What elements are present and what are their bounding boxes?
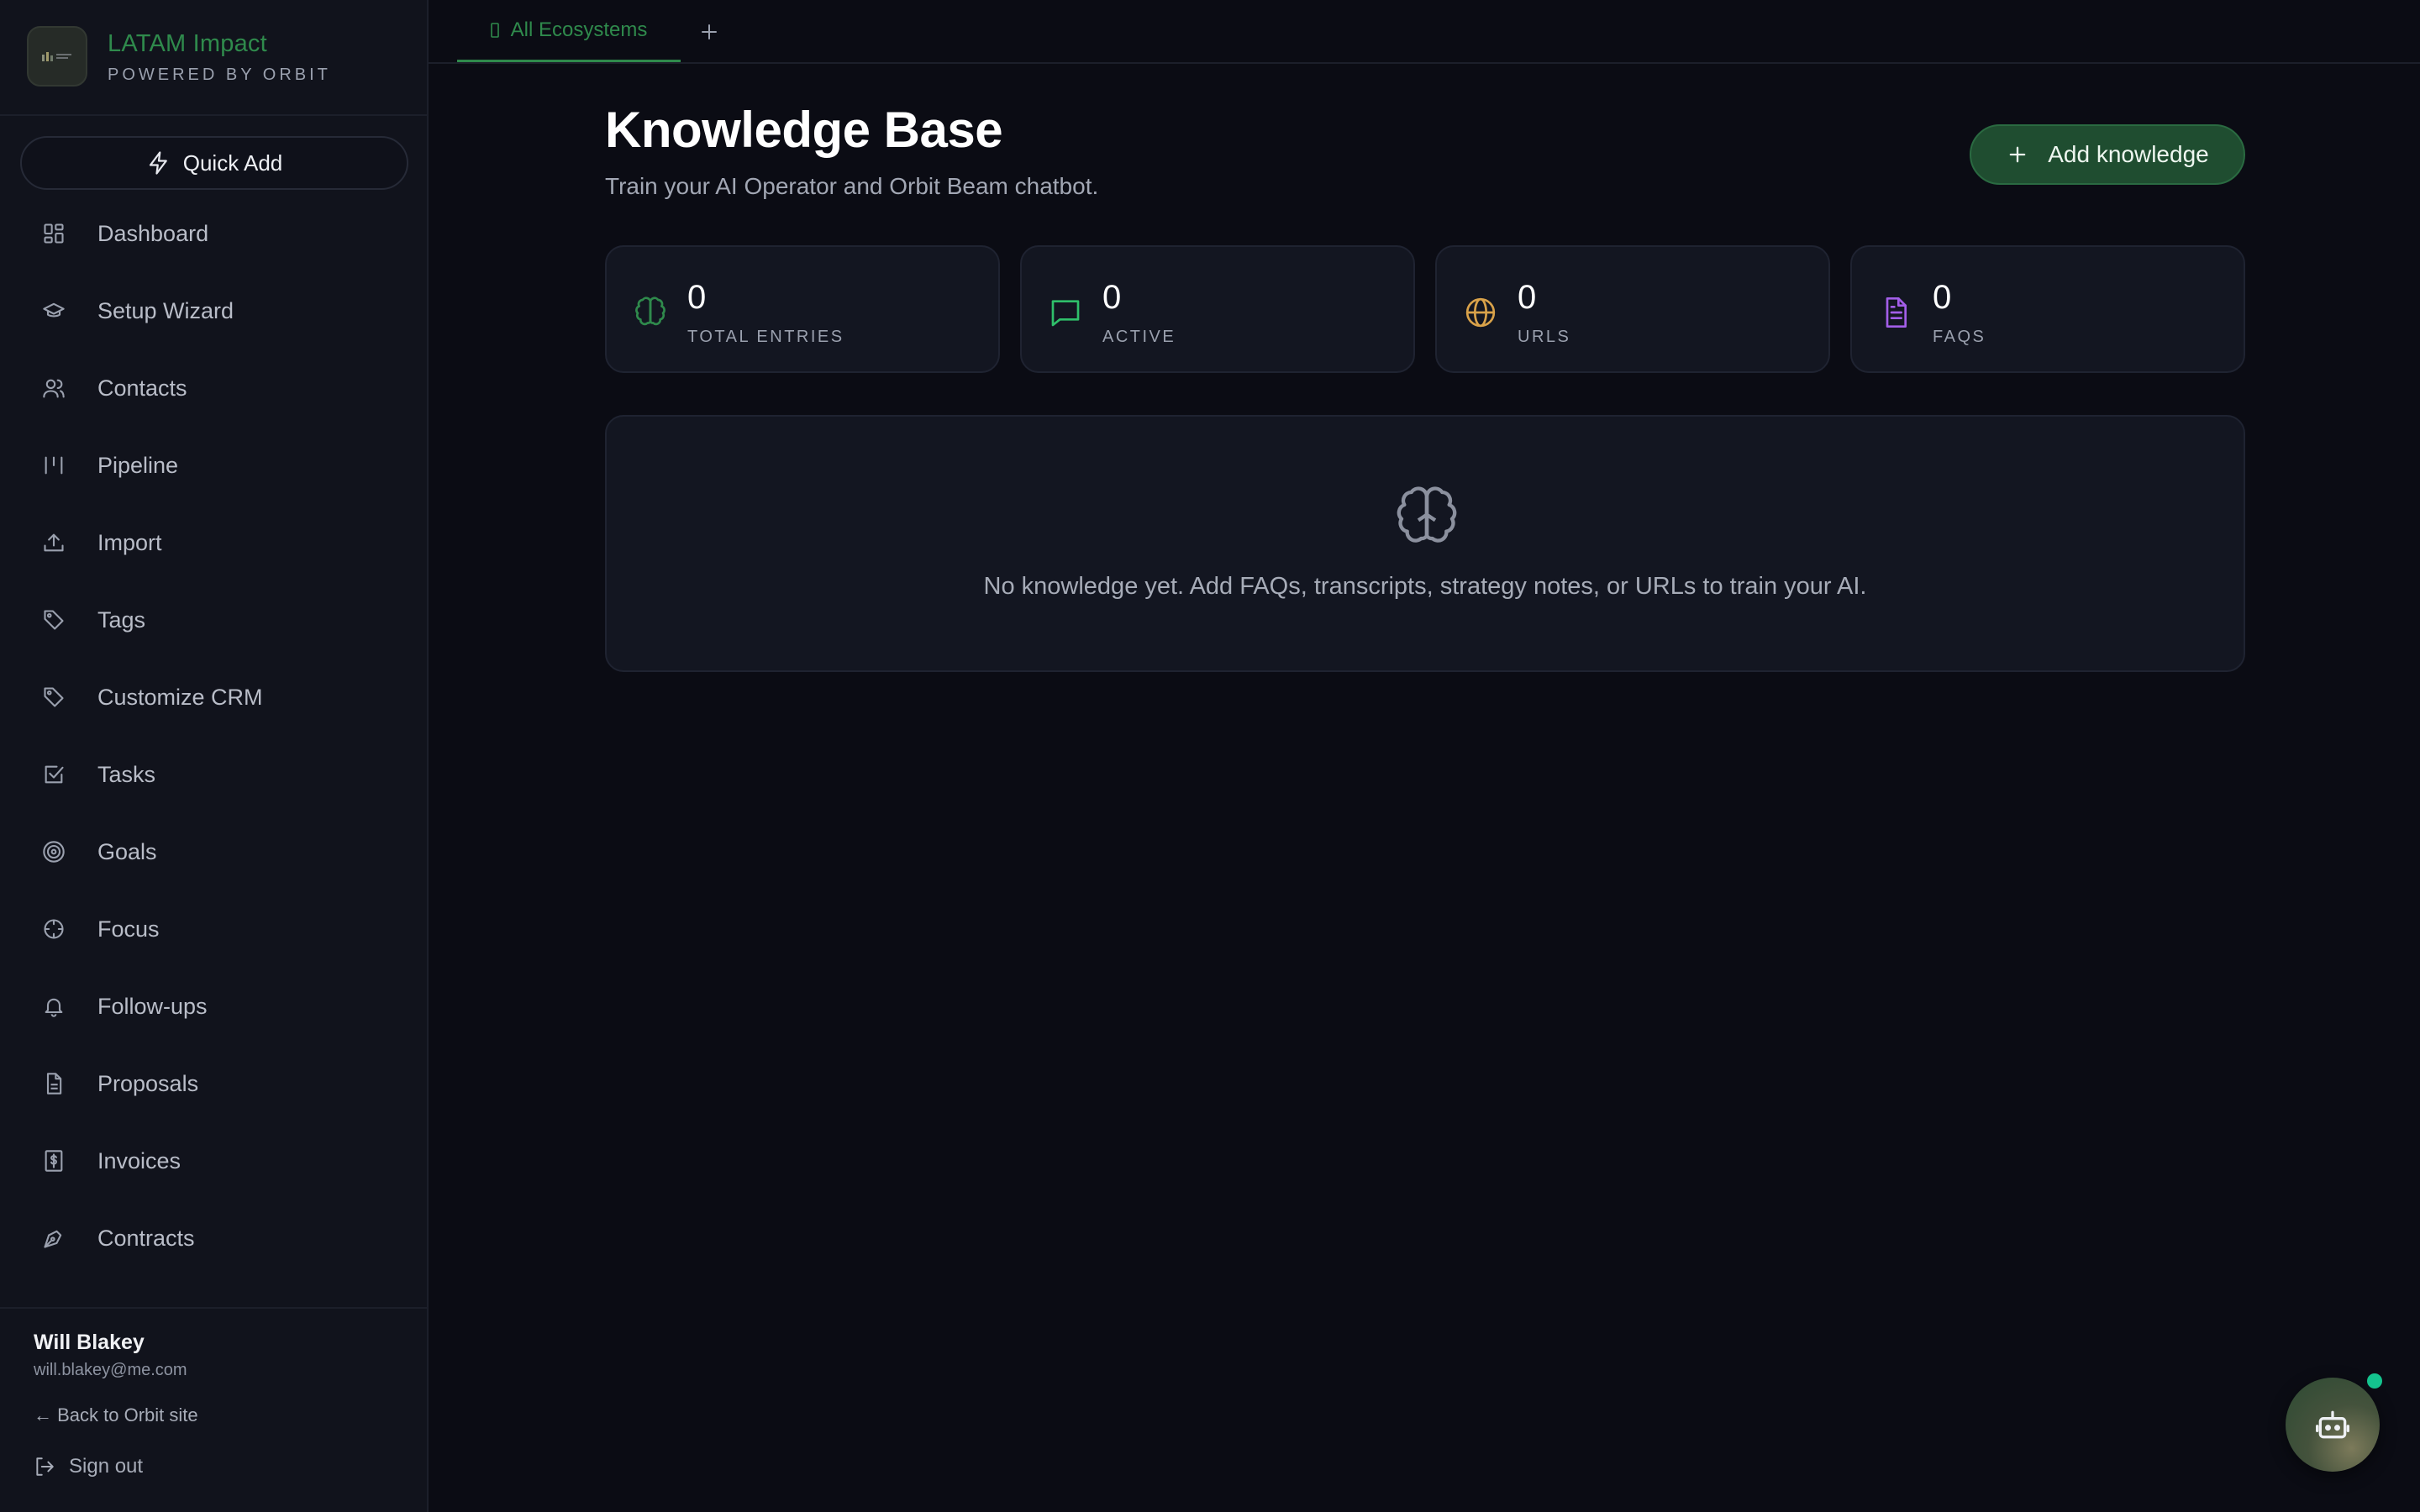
sign-out-label: Sign out [69,1455,144,1478]
sidebar-item-label: Contacts [97,375,187,401]
tab-label: All Ecosystems [510,18,648,41]
bot-icon [2314,1406,2351,1443]
upload-icon [42,531,66,554]
sidebar-item-follow-ups[interactable]: Follow-ups [0,973,427,1040]
sidebar-item-label: Focus [97,916,160,942]
sidebar-item-pipeline[interactable]: Pipeline [0,432,427,499]
brand-header[interactable]: LATAM Impact POWERED BY ORBIT [0,0,427,116]
crosshair-icon [42,917,66,941]
stat-card-total-entries: 0 TOTAL ENTRIES [605,245,1000,373]
checkbox-icon [42,763,66,786]
user-name: Will Blakey [34,1331,145,1354]
page-subtitle: Train your AI Operator and Orbit Beam ch… [605,173,1099,199]
tag-icon [42,608,66,632]
graduation-cap-icon [42,299,66,323]
brand-name: LATAM Impact [108,30,267,57]
sidebar-item-label: Tasks [97,761,156,787]
sidebar-item-label: Follow-ups [97,993,208,1019]
empty-state-card: No knowledge yet. Add FAQs, transcripts,… [605,415,2245,672]
tab-all-ecosystems[interactable]: All Ecosystems [457,0,681,62]
sidebar-item-label: Tags [97,606,146,633]
back-to-site-link[interactable]: ← Back to Orbit site [34,1404,198,1426]
sidebar-item-label: Contracts [97,1225,195,1251]
stat-value: 0 [1518,279,1537,316]
quick-add-button[interactable]: Quick Add [20,136,408,190]
file-text-icon [1879,296,1912,329]
sidebar-item-goals[interactable]: Goals [0,818,427,885]
stat-value: 0 [1102,279,1122,316]
stat-value: 0 [687,279,707,316]
sidebar-item-label: Goals [97,838,157,864]
sidebar-item-import[interactable]: Import [0,509,427,576]
stat-card-active: 0 ACTIVE [1020,245,1415,373]
quick-add-label: Quick Add [182,150,283,176]
user-panel: Will Blakey will.blakey@me.com ← Back to… [0,1307,427,1512]
brain-icon [1393,484,1460,551]
sidebar-item-label: Invoices [97,1147,182,1173]
workspace-tab-bar: All Ecosystems [429,0,2420,64]
brain-icon [634,296,667,329]
sidebar-item-tasks[interactable]: Tasks [0,741,427,808]
sign-out-button[interactable]: Sign out [34,1452,143,1482]
tab-icon [490,22,499,39]
sidebar-item-label: Setup Wizard [97,297,234,323]
sidebar-item-label: Import [97,529,162,555]
ai-assistant-button[interactable] [2286,1378,2380,1472]
sidebar-item-customize-crm[interactable]: Customize CRM [0,664,427,731]
sidebar-item-label: Proposals [97,1070,199,1096]
stat-label: ACTIVE [1102,328,1176,346]
chat-icon [1049,296,1082,329]
users-icon [42,376,66,400]
dollar-receipt-icon [42,1149,66,1173]
sidebar-item-dashboard[interactable]: Dashboard [0,200,427,267]
sidebar: LATAM Impact POWERED BY ORBIT Quick Add … [0,0,429,1512]
assistant-status-dot [2365,1371,2385,1391]
sidebar-item-contacts[interactable]: Contacts [0,354,427,422]
page-title: Knowledge Base [605,102,1003,158]
pipeline-icon [42,454,66,477]
sidebar-item-label: Pipeline [97,452,179,478]
globe-icon [1464,296,1497,329]
plus-icon [699,22,719,42]
empty-state-message: No knowledge yet. Add FAQs, transcripts,… [983,573,1867,600]
sidebar-item-proposals[interactable]: Proposals [0,1050,427,1117]
stat-value: 0 [1933,279,1952,316]
grid-icon [42,222,66,245]
bolt-icon [146,150,171,176]
stat-card-urls: 0 URLS [1435,245,1830,373]
sidebar-item-focus[interactable]: Focus [0,895,427,963]
sidebar-item-invoices[interactable]: Invoices [0,1127,427,1194]
document-icon [42,1072,66,1095]
stat-label: FAQS [1933,328,1986,346]
user-email: will.blakey@me.com [34,1361,187,1379]
add-knowledge-label: Add knowledge [2048,141,2209,167]
add-tab-button[interactable] [694,17,724,47]
brand-subtitle: POWERED BY ORBIT [108,66,331,84]
bell-icon [42,995,66,1018]
stat-card-faqs: 0 FAQS [1850,245,2245,373]
sidebar-item-label: Customize CRM [97,684,263,710]
sidebar-item-tags[interactable]: Tags [0,586,427,654]
stat-label: TOTAL ENTRIES [687,328,844,346]
add-knowledge-button[interactable]: Add knowledge [1970,124,2245,185]
brand-logo [27,26,87,87]
target-icon [42,840,66,864]
sidebar-item-label: Dashboard [97,220,209,246]
plus-icon [2006,143,2029,166]
sidebar-item-contracts[interactable]: Contracts [0,1205,427,1272]
pen-icon [42,1226,66,1250]
stat-label: URLS [1518,328,1571,346]
tag-icon [42,685,66,709]
sidebar-item-setup-wizard[interactable]: Setup Wizard [0,277,427,344]
sign-out-icon [34,1456,55,1478]
